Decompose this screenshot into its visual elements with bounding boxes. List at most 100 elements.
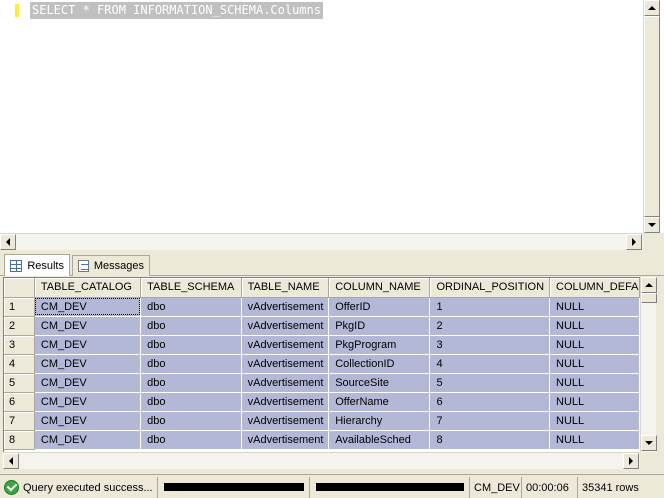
table-cell[interactable]: 6 bbox=[429, 392, 550, 412]
row-number[interactable]: 3 bbox=[4, 335, 35, 355]
table-cell[interactable]: NULL bbox=[549, 392, 640, 412]
table-cell[interactable]: dbo bbox=[140, 335, 242, 355]
table-cell[interactable]: CM_DEV bbox=[34, 430, 142, 450]
table-cell[interactable]: CM_DEV bbox=[34, 411, 142, 431]
table-cell[interactable]: dbo bbox=[140, 373, 242, 393]
table-row[interactable]: 2 CM_DEV dbo vAdvertisement PkgID 2 NULL bbox=[4, 316, 640, 336]
table-row[interactable]: 8 CM_DEV dbo vAdvertisement AvailableSch… bbox=[4, 430, 640, 450]
grid-scroll-thumb[interactable] bbox=[641, 293, 657, 303]
table-cell[interactable]: vAdvertisement bbox=[241, 411, 330, 431]
results-grid[interactable]: TABLE_CATALOG TABLE_SCHEMA TABLE_NAME CO… bbox=[3, 277, 640, 452]
row-number[interactable]: 6 bbox=[4, 392, 35, 412]
table-row[interactable]: 4 CM_DEV dbo vAdvertisement CollectionID… bbox=[4, 354, 640, 374]
table-cell[interactable]: vAdvertisement bbox=[241, 373, 330, 393]
table-row[interactable]: 3 CM_DEV dbo vAdvertisement PkgProgram 3… bbox=[4, 335, 640, 355]
table-cell[interactable]: vAdvertisement bbox=[241, 316, 330, 336]
success-check-icon bbox=[4, 480, 19, 495]
table-cell[interactable]: NULL bbox=[549, 316, 640, 336]
status-user-redacted bbox=[310, 477, 470, 498]
table-cell[interactable]: OfferName bbox=[328, 392, 431, 412]
table-cell[interactable]: vAdvertisement bbox=[241, 354, 330, 374]
table-cell[interactable]: dbo bbox=[140, 297, 242, 317]
table-cell[interactable]: NULL bbox=[549, 297, 640, 317]
status-bar: Query executed success... CM_DEV 00:00:0… bbox=[0, 474, 664, 498]
row-number[interactable]: 8 bbox=[4, 430, 35, 450]
row-number[interactable]: 4 bbox=[4, 354, 35, 374]
table-cell[interactable]: dbo bbox=[140, 392, 242, 412]
results-table: TABLE_CATALOG TABLE_SCHEMA TABLE_NAME CO… bbox=[4, 278, 640, 450]
header-row: TABLE_CATALOG TABLE_SCHEMA TABLE_NAME CO… bbox=[4, 278, 640, 298]
scroll-right-button[interactable] bbox=[626, 234, 642, 250]
row-number[interactable]: 5 bbox=[4, 373, 35, 393]
grid-horizontal-scrollbar[interactable] bbox=[3, 452, 640, 469]
table-cell[interactable]: 7 bbox=[429, 411, 550, 431]
grid-scroll-down-button[interactable] bbox=[641, 435, 657, 451]
table-cell[interactable]: CM_DEV bbox=[34, 373, 142, 393]
table-cell[interactable]: dbo bbox=[140, 316, 242, 336]
tab-results[interactable]: Results bbox=[4, 254, 70, 276]
table-cell[interactable]: CM_DEV bbox=[34, 297, 142, 317]
grid-scroll-up-button[interactable] bbox=[641, 277, 657, 293]
column-header[interactable]: TABLE_CATALOG bbox=[34, 278, 142, 298]
table-cell[interactable]: CM_DEV bbox=[34, 316, 142, 336]
messages-icon bbox=[78, 260, 89, 272]
table-cell[interactable]: Hierarchy bbox=[328, 411, 431, 431]
table-cell[interactable]: dbo bbox=[140, 430, 242, 450]
column-header[interactable]: TABLE_SCHEMA bbox=[140, 278, 242, 298]
scroll-up-button[interactable] bbox=[644, 0, 660, 16]
arrow-right-icon bbox=[629, 457, 633, 465]
grid-vertical-scrollbar[interactable] bbox=[640, 277, 657, 452]
table-row[interactable]: 6 CM_DEV dbo vAdvertisement OfferName 6 … bbox=[4, 392, 640, 412]
table-cell[interactable]: NULL bbox=[549, 373, 640, 393]
table-cell[interactable]: CollectionID bbox=[328, 354, 431, 374]
table-cell[interactable]: 3 bbox=[429, 335, 550, 355]
table-cell[interactable]: vAdvertisement bbox=[241, 430, 330, 450]
status-elapsed-time: 00:00:06 bbox=[522, 477, 578, 498]
query-text[interactable]: SELECT * FROM INFORMATION_SCHEMA.Columns bbox=[30, 2, 323, 19]
column-header[interactable]: COLUMN_NAME bbox=[328, 278, 431, 298]
table-cell[interactable]: NULL bbox=[549, 411, 640, 431]
scroll-thumb[interactable] bbox=[644, 16, 660, 217]
row-header-corner[interactable] bbox=[4, 278, 35, 298]
table-row[interactable]: 5 CM_DEV dbo vAdvertisement SourceSite 5… bbox=[4, 373, 640, 393]
table-cell[interactable]: vAdvertisement bbox=[241, 297, 330, 317]
table-cell[interactable]: 2 bbox=[429, 316, 550, 336]
table-cell[interactable]: dbo bbox=[140, 411, 242, 431]
row-number[interactable]: 1 bbox=[4, 297, 35, 317]
grid-scroll-left-button[interactable] bbox=[3, 453, 19, 469]
query-editor[interactable]: SELECT * FROM INFORMATION_SCHEMA.Columns bbox=[0, 0, 664, 250]
row-number[interactable]: 2 bbox=[4, 316, 35, 336]
column-header[interactable]: COLUMN_DEFA bbox=[549, 278, 640, 298]
table-cell[interactable]: AvailableSched bbox=[328, 430, 431, 450]
editor-vertical-scrollbar[interactable] bbox=[643, 0, 660, 233]
row-number[interactable]: 7 bbox=[4, 411, 35, 431]
grid-scroll-right-button[interactable] bbox=[623, 453, 639, 469]
table-cell[interactable]: vAdvertisement bbox=[241, 392, 330, 412]
scroll-left-button[interactable] bbox=[0, 234, 16, 250]
editor-horizontal-scrollbar[interactable] bbox=[0, 233, 643, 250]
table-cell[interactable]: 5 bbox=[429, 373, 550, 393]
table-cell[interactable]: CM_DEV bbox=[34, 354, 142, 374]
table-cell[interactable]: 1 bbox=[429, 297, 550, 317]
table-cell[interactable]: dbo bbox=[140, 354, 242, 374]
table-cell[interactable]: NULL bbox=[549, 430, 640, 450]
arrow-down-icon bbox=[645, 441, 653, 445]
table-cell[interactable]: 4 bbox=[429, 354, 550, 374]
arrow-right-icon bbox=[632, 238, 636, 246]
tab-messages[interactable]: Messages bbox=[72, 255, 150, 276]
table-cell[interactable]: CM_DEV bbox=[34, 335, 142, 355]
table-cell[interactable]: PkgProgram bbox=[328, 335, 431, 355]
table-row[interactable]: 1 CM_DEV dbo vAdvertisement OfferID 1 NU… bbox=[4, 297, 640, 317]
table-cell[interactable]: CM_DEV bbox=[34, 392, 142, 412]
table-row[interactable]: 7 CM_DEV dbo vAdvertisement Hierarchy 7 … bbox=[4, 411, 640, 431]
table-cell[interactable]: OfferID bbox=[328, 297, 431, 317]
column-header[interactable]: ORDINAL_POSITION bbox=[429, 278, 550, 298]
table-cell[interactable]: SourceSite bbox=[328, 373, 431, 393]
table-cell[interactable]: NULL bbox=[549, 335, 640, 355]
table-cell[interactable]: vAdvertisement bbox=[241, 335, 330, 355]
table-cell[interactable]: PkgID bbox=[328, 316, 431, 336]
table-cell[interactable]: 8 bbox=[429, 430, 550, 450]
table-cell[interactable]: NULL bbox=[549, 354, 640, 374]
scroll-down-button[interactable] bbox=[644, 217, 660, 233]
column-header[interactable]: TABLE_NAME bbox=[241, 278, 330, 298]
